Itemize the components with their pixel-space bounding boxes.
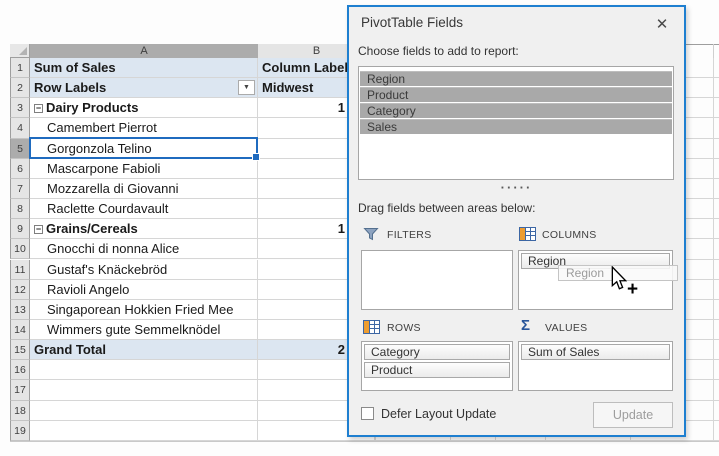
row-header-17[interactable]: 17 bbox=[10, 380, 30, 400]
cell-A18[interactable] bbox=[30, 401, 258, 421]
gridline-v bbox=[713, 58, 714, 441]
cell-A16[interactable] bbox=[30, 360, 258, 380]
cell-A19[interactable] bbox=[30, 421, 258, 441]
row-header-1[interactable]: 1 bbox=[10, 58, 30, 78]
pivottable-fields-panel: PivotTable Fields ✕ Choose fields to add… bbox=[347, 5, 686, 437]
values-drop-area[interactable]: Sum of Sales bbox=[518, 341, 673, 391]
cell-A13[interactable]: Singaporean Hokkien Fried Mee bbox=[30, 300, 258, 320]
row-header-8[interactable]: 8 bbox=[10, 199, 30, 219]
cell-A7[interactable]: Mozzarella di Giovanni bbox=[30, 179, 258, 199]
select-all-triangle-icon bbox=[19, 47, 27, 55]
panel-title: PivotTable Fields bbox=[361, 15, 463, 30]
app-window: A B 1Sum of SalesColumn Labels2Row Label… bbox=[0, 0, 719, 456]
field-item-product[interactable]: Product bbox=[360, 87, 672, 102]
cell-A9[interactable]: −Grains/Cereals bbox=[30, 219, 258, 239]
cell-A8[interactable]: Raclette Courdavault bbox=[30, 199, 258, 219]
values-pill-sum-of-sales[interactable]: Sum of Sales bbox=[521, 344, 670, 360]
row-header-19[interactable]: 19 bbox=[10, 421, 30, 441]
cell-A4[interactable]: Camembert Pierrot bbox=[30, 118, 258, 138]
cell-A12[interactable]: Ravioli Angelo bbox=[30, 280, 258, 300]
select-all-corner[interactable] bbox=[10, 44, 30, 58]
cell-A2[interactable]: Row Labels▼ bbox=[30, 78, 258, 98]
mouse-cursor-icon bbox=[611, 266, 627, 292]
close-icon[interactable]: ✕ bbox=[652, 15, 672, 35]
row-header-5[interactable]: 5 bbox=[10, 139, 30, 159]
copy-plus-indicator: + bbox=[627, 279, 638, 301]
rows-drop-area[interactable]: Category Product bbox=[361, 341, 513, 391]
collapse-icon[interactable]: − bbox=[34, 104, 43, 113]
cell-A5[interactable]: Gorgonzola Telino bbox=[30, 139, 258, 159]
row-header-14[interactable]: 14 bbox=[10, 320, 30, 340]
row-header-7[interactable]: 7 bbox=[10, 179, 30, 199]
filters-area-label: FILTERS bbox=[387, 229, 432, 241]
row-header-3[interactable]: 3 bbox=[10, 98, 30, 118]
cell-A15[interactable]: Grand Total bbox=[30, 340, 258, 360]
filter-dropdown-button[interactable]: ▼ bbox=[238, 80, 255, 95]
values-area-label: VALUES bbox=[545, 322, 587, 334]
sigma-icon: Σ bbox=[521, 318, 530, 333]
field-item-region[interactable]: Region bbox=[360, 71, 672, 86]
sheet-bottom-border bbox=[10, 441, 719, 442]
row-header-10[interactable]: 10 bbox=[10, 239, 30, 259]
cell-A11[interactable]: Gustaf's Knäckebröd bbox=[30, 260, 258, 280]
row-header-13[interactable]: 13 bbox=[10, 300, 30, 320]
rows-pill-category[interactable]: Category bbox=[364, 344, 510, 360]
field-item-category[interactable]: Category bbox=[360, 103, 672, 118]
row-header-18[interactable]: 18 bbox=[10, 401, 30, 421]
rows-table-icon bbox=[363, 320, 380, 334]
row-header-2[interactable]: 2 bbox=[10, 78, 30, 98]
cell-A17[interactable] bbox=[30, 380, 258, 400]
rows-area-label: ROWS bbox=[387, 322, 421, 334]
filters-drop-area[interactable] bbox=[361, 250, 513, 310]
row-header-15[interactable]: 15 bbox=[10, 340, 30, 360]
defer-layout-label: Defer Layout Update bbox=[381, 407, 496, 421]
resize-gripper[interactable]: ····· bbox=[349, 183, 684, 193]
cell-A3[interactable]: −Dairy Products bbox=[30, 98, 258, 118]
row-header-4[interactable]: 4 bbox=[10, 118, 30, 138]
rows-pill-product[interactable]: Product bbox=[364, 362, 510, 378]
defer-layout-checkbox[interactable] bbox=[361, 407, 374, 420]
columns-table-icon bbox=[519, 227, 536, 241]
cell-A10[interactable]: Gnocchi di nonna Alice bbox=[30, 239, 258, 259]
columns-area-label: COLUMNS bbox=[542, 229, 597, 241]
drag-fields-label: Drag fields between areas below: bbox=[358, 201, 535, 215]
cell-A6[interactable]: Mascarpone Fabioli bbox=[30, 159, 258, 179]
row-header-6[interactable]: 6 bbox=[10, 159, 30, 179]
update-button[interactable]: Update bbox=[593, 402, 673, 428]
column-header-a[interactable]: A bbox=[30, 44, 258, 59]
field-list: RegionProductCategorySales bbox=[358, 66, 674, 180]
choose-fields-label: Choose fields to add to report: bbox=[358, 44, 519, 58]
filter-funnel-icon bbox=[363, 226, 379, 242]
field-item-sales[interactable]: Sales bbox=[360, 119, 672, 134]
row-header-12[interactable]: 12 bbox=[10, 280, 30, 300]
row-header-11[interactable]: 11 bbox=[10, 260, 30, 280]
collapse-icon[interactable]: − bbox=[34, 225, 43, 234]
header-divider bbox=[713, 44, 714, 58]
cell-A1[interactable]: Sum of Sales bbox=[30, 58, 258, 78]
cell-A14[interactable]: Wimmers gute Semmelknödel bbox=[30, 320, 258, 340]
row-header-16[interactable]: 16 bbox=[10, 360, 30, 380]
row-header-9[interactable]: 9 bbox=[10, 219, 30, 239]
